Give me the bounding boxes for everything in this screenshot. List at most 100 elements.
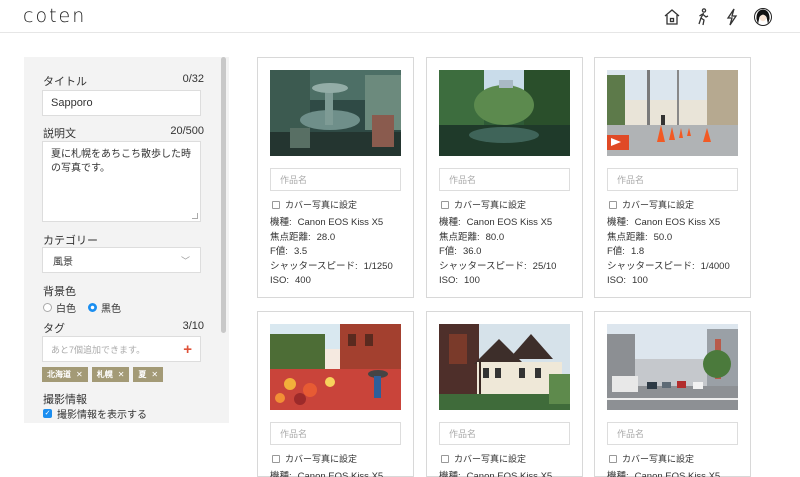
cover-photo-checkbox[interactable] xyxy=(441,200,449,209)
radio-black[interactable] xyxy=(88,303,97,312)
work-title-input[interactable]: 作品名 xyxy=(439,168,570,191)
photo-metadata: 機種: Canon EOS Kiss X5 焦点距離: 80.0 F値: 36.0 シャッタ… xyxy=(439,216,556,289)
photo-info-toggle-row[interactable]: ✓ 撮影情報を表示する xyxy=(43,406,147,421)
meta-key: シャッタースピード: xyxy=(270,260,358,272)
meta-row: 機種: Canon EOS Kiss X5 xyxy=(607,216,730,231)
title-input[interactable]: Sapporo xyxy=(42,90,201,116)
app-logo[interactable]: coten xyxy=(23,5,86,27)
tag-input[interactable]: あと7個追加できます。 + xyxy=(42,336,201,362)
radio-white[interactable] xyxy=(43,303,52,312)
avatar[interactable] xyxy=(752,6,774,28)
cover-photo-checkbox[interactable] xyxy=(272,200,280,209)
cover-photo-toggle[interactable]: カバー写真に設定 xyxy=(609,198,694,211)
work-title-placeholder: 作品名 xyxy=(280,175,308,185)
photo-thumbnail[interactable] xyxy=(607,324,738,410)
tag-text: 北海道 xyxy=(47,370,71,379)
photo-thumbnail[interactable] xyxy=(439,324,570,410)
meta-value: 100 xyxy=(632,275,648,286)
tag-text: 夏 xyxy=(138,370,147,379)
photo-info-checkbox[interactable]: ✓ xyxy=(43,409,52,418)
meta-value: 28.0 xyxy=(316,231,336,243)
tag-count: 3/10 xyxy=(182,320,204,332)
meta-row: 機種: Canon EOS Kiss X5 xyxy=(439,216,556,231)
remove-tag-icon[interactable]: ✕ xyxy=(118,370,125,379)
remove-tag-icon[interactable]: ✕ xyxy=(76,370,83,379)
photo-info-toggle-label[interactable]: 撮影情報を表示する xyxy=(57,406,147,421)
lightning-icon[interactable] xyxy=(721,6,743,28)
photo-card: 作品名 カバー写真に設定 機種: Canon EOS Kiss X5 焦点距離: 50… xyxy=(594,57,751,298)
remove-tag-icon[interactable]: ✕ xyxy=(151,370,158,379)
cover-photo-checkbox[interactable] xyxy=(609,200,617,209)
meta-row: シャッタースピード: 1/1250 xyxy=(270,260,393,275)
photo-thumbnail[interactable] xyxy=(607,70,738,156)
add-tag-icon[interactable]: + xyxy=(183,341,192,358)
work-title-placeholder: 作品名 xyxy=(617,429,645,439)
meta-value: Canon EOS Kiss X5 xyxy=(297,471,384,477)
meta-value: 1.8 xyxy=(630,246,645,257)
meta-row: 焦点距離: 28.0 xyxy=(270,231,393,246)
cover-photo-label[interactable]: カバー写真に設定 xyxy=(622,452,694,465)
radio-black-label[interactable]: 黒色 xyxy=(101,300,121,315)
cover-photo-label[interactable]: カバー写真に設定 xyxy=(622,198,694,211)
meta-row: シャッタースピード: 25/10 xyxy=(439,260,556,275)
meta-row: F値: 3.5 xyxy=(270,245,393,260)
photo-metadata: 機種: Canon EOS Kiss X5 xyxy=(439,470,552,477)
photo-thumbnail[interactable] xyxy=(439,70,570,156)
walking-icon[interactable] xyxy=(692,6,714,28)
meta-key: 機種: xyxy=(439,217,461,228)
work-title-input[interactable]: 作品名 xyxy=(607,422,738,445)
work-title-input[interactable]: 作品名 xyxy=(270,168,401,191)
category-label: カテゴリー xyxy=(43,235,98,247)
description-text: 夏に札幌をあちこち散歩した時の写真です。 xyxy=(51,149,191,174)
photo-thumbnail[interactable] xyxy=(270,324,401,410)
work-title-input[interactable]: 作品名 xyxy=(439,422,570,445)
cover-photo-label[interactable]: カバー写真に設定 xyxy=(454,198,526,211)
cover-photo-checkbox[interactable] xyxy=(609,454,617,463)
meta-value: 3.5 xyxy=(293,246,308,257)
photo-metadata: 機種: Canon EOS Kiss X5 焦点距離: 28.0 F値: 3.5 シャッター… xyxy=(270,216,393,289)
sidebar-scrollbar[interactable] xyxy=(221,57,226,333)
meta-row: シャッタースピード: 1/4000 xyxy=(607,260,730,275)
meta-row: ISO: 100 xyxy=(439,274,556,289)
cover-photo-label[interactable]: カバー写真に設定 xyxy=(285,452,357,465)
cover-photo-label[interactable]: カバー写真に設定 xyxy=(285,198,357,211)
resize-handle[interactable] xyxy=(192,213,198,219)
photo-card: 作品名 カバー写真に設定 機種: Canon EOS Kiss X5 xyxy=(426,311,583,477)
photo-metadata: 機種: Canon EOS Kiss X5 xyxy=(270,470,383,477)
tag-chip: 北海道 ✕ xyxy=(42,367,88,382)
cover-photo-toggle[interactable]: カバー写真に設定 xyxy=(272,198,357,211)
meta-value: Canon EOS Kiss X5 xyxy=(297,217,384,228)
cover-photo-checkbox[interactable] xyxy=(272,454,280,463)
tag-chip: 夏 ✕ xyxy=(133,367,164,382)
category-select[interactable]: 風景 ﹀ xyxy=(42,247,201,273)
photo-card: 作品名 カバー写真に設定 機種: Canon EOS Kiss X5 xyxy=(594,311,751,477)
meta-value: 36.0 xyxy=(462,246,482,257)
cover-photo-toggle[interactable]: カバー写真に設定 xyxy=(609,452,694,465)
meta-key: 焦点距離: xyxy=(439,231,480,243)
meta-key: 機種: xyxy=(607,217,629,228)
radio-white-label[interactable]: 白色 xyxy=(56,300,76,315)
cover-photo-label[interactable]: カバー写真に設定 xyxy=(454,452,526,465)
photo-info-label: 撮影情報 xyxy=(43,394,87,406)
description-textarea[interactable]: 夏に札幌をあちこち散歩した時の写真です。 xyxy=(42,141,201,222)
meta-key: ISO: xyxy=(607,275,627,286)
meta-key: 焦点距離: xyxy=(270,231,311,243)
work-title-input[interactable]: 作品名 xyxy=(270,422,401,445)
cover-photo-toggle[interactable]: カバー写真に設定 xyxy=(441,452,526,465)
meta-key: F値: xyxy=(439,246,457,257)
work-title-placeholder: 作品名 xyxy=(449,175,477,185)
meta-row: 機種: Canon EOS Kiss X5 xyxy=(607,470,720,477)
cover-photo-checkbox[interactable] xyxy=(441,454,449,463)
work-title-input[interactable]: 作品名 xyxy=(607,168,738,191)
work-title-placeholder: 作品名 xyxy=(280,429,308,439)
settings-sidebar: タイトル 0/32 Sapporo 説明文 20/500 夏に札幌をあちこち散歩… xyxy=(24,57,229,423)
home-icon[interactable] xyxy=(661,6,683,28)
meta-key: ISO: xyxy=(270,275,290,286)
meta-row: 機種: Canon EOS Kiss X5 xyxy=(439,470,552,477)
photo-thumbnail[interactable] xyxy=(270,70,401,156)
meta-row: 機種: Canon EOS Kiss X5 xyxy=(270,470,383,477)
meta-key: シャッタースピード: xyxy=(607,260,695,272)
cover-photo-toggle[interactable]: カバー写真に設定 xyxy=(272,452,357,465)
tag-chip: 札幌 ✕ xyxy=(91,367,130,382)
cover-photo-toggle[interactable]: カバー写真に設定 xyxy=(441,198,526,211)
